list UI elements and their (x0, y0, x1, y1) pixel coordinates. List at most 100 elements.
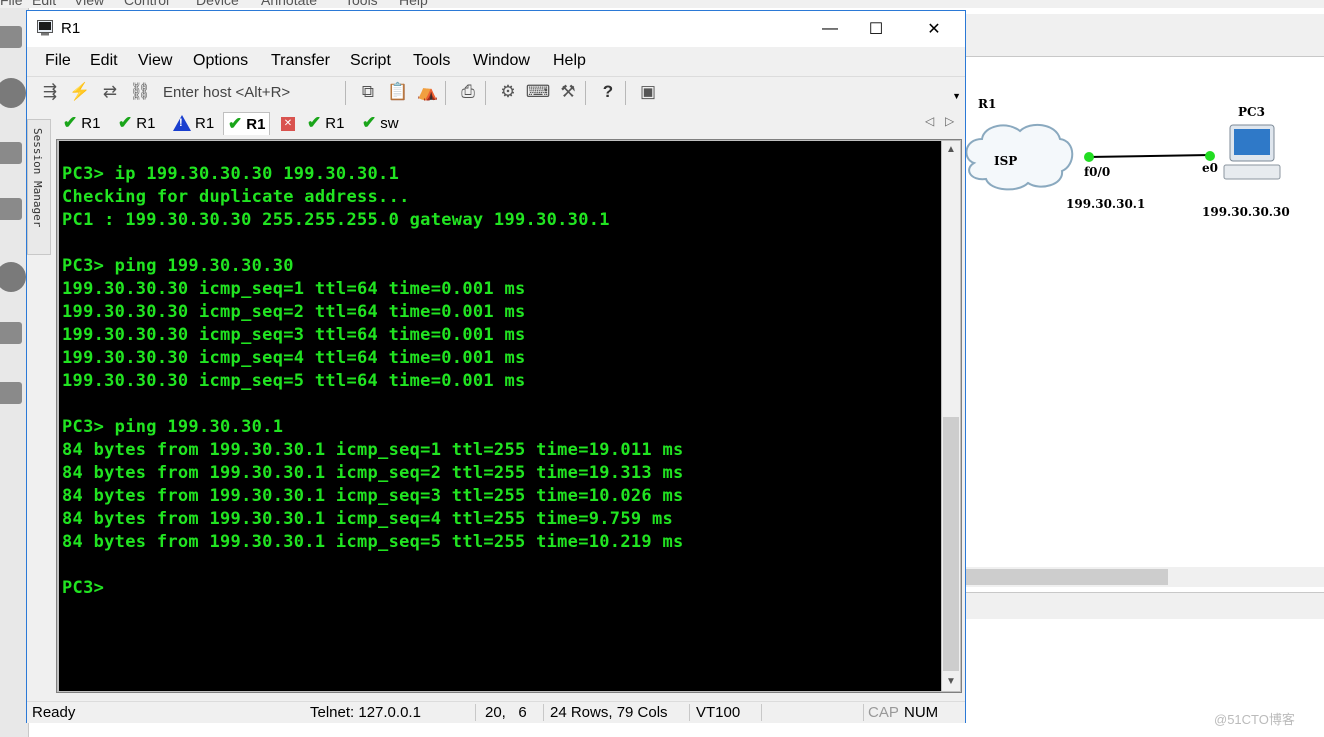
connect-icon[interactable]: ⇶ (39, 81, 61, 103)
terminal-screen[interactable]: PC3> ip 199.30.30.30 199.30.30.1 Checking… (59, 141, 941, 691)
menu-help[interactable]: Help (553, 52, 586, 70)
settings-icon[interactable]: ⚙ (497, 81, 519, 103)
status-separator (475, 704, 476, 721)
tab-r1-3[interactable]: R1 (169, 112, 218, 134)
bg-menu-view[interactable]: View (74, 0, 104, 8)
toolbar-separator (345, 81, 346, 105)
status-cap: CAP (868, 704, 899, 721)
tab-close-icon[interactable]: ✕ (281, 117, 295, 131)
securecrt-window: R1 — ☐ ✕ File Edit View Options Transfer… (26, 10, 966, 723)
menu-window[interactable]: Window (473, 52, 530, 70)
router-interface-label: f0/0 (1084, 165, 1111, 179)
terminal-line: 84 bytes from 199.30.30.1 icmp_seq=4 ttl… (62, 509, 674, 529)
bg-menu-help[interactable]: Help (399, 0, 428, 8)
reconnect-icon[interactable]: ⇄ (99, 81, 121, 103)
window-title: R1 (61, 20, 81, 37)
session-manager-label: Session Manager (31, 128, 44, 228)
bg-menu-tools[interactable]: Tools (345, 0, 378, 8)
keymap-icon[interactable]: ⌨ (526, 81, 551, 103)
connected-check-icon: ✔ (362, 113, 377, 132)
topology-link (1087, 154, 1211, 158)
tab-sw[interactable]: ✔ sw (358, 112, 403, 134)
print-icon[interactable]: ⎙ (457, 81, 479, 103)
topology-canvas[interactable]: R1 ISP f0/0 e0 199.30.30.1 PC3 199.30.30… (964, 57, 1324, 567)
session-tabbar: ✔ R1 ✔ R1 R1 ✔ R1 ✕ ✔ R1 ✔ sw ◁ ▷ (27, 109, 965, 137)
disconnect-icon[interactable]: ⛓ (129, 81, 151, 103)
connected-check-icon: ✔ (63, 113, 78, 132)
tab-scroll-right-icon[interactable]: ▷ (945, 114, 954, 128)
help-icon[interactable]: ? (597, 81, 619, 103)
menu-tools[interactable]: Tools (413, 52, 450, 70)
status-cursor-position: 20, 6 (485, 704, 527, 721)
cloud-label: ISP (994, 154, 1018, 168)
canvas-horizontal-scrollbar[interactable] (966, 567, 1324, 587)
terminal-line: 199.30.30.30 icmp_seq=1 ttl=64 time=0.00… (62, 279, 526, 299)
status-emulation: VT100 (696, 704, 741, 721)
sftp-icon[interactable]: ⚒ (557, 81, 579, 103)
window-titlebar[interactable]: R1 — ☐ ✕ (27, 11, 965, 47)
about-icon[interactable]: ▣ (637, 81, 659, 103)
security-device-icon[interactable] (0, 262, 26, 292)
router-label: R1 (978, 97, 997, 111)
status-separator (543, 704, 544, 721)
tab-scroll-left-icon[interactable]: ◁ (925, 114, 934, 128)
paste-icon[interactable]: 📋 (387, 81, 409, 103)
scroll-down-icon[interactable]: ▼ (942, 673, 960, 691)
terminal-line: PC1 : 199.30.30.30 255.255.255.0 gateway… (62, 210, 610, 230)
canvas-scroll-thumb[interactable] (966, 569, 1168, 585)
router-ip-label: 199.30.30.1 (1066, 197, 1146, 211)
scrollbar-thumb[interactable] (943, 417, 959, 671)
copy-icon[interactable]: ⧉ (357, 81, 379, 103)
session-manager-tab[interactable]: Session Manager (27, 119, 51, 255)
status-num: NUM (904, 704, 939, 721)
bg-menu-file[interactable]: File (0, 0, 23, 8)
toolbar-separator (625, 81, 626, 105)
pc-icon[interactable] (1220, 123, 1286, 187)
find-icon[interactable]: ⛺ (417, 81, 439, 103)
host-input[interactable] (157, 81, 337, 103)
all-devices-icon[interactable] (0, 322, 22, 344)
menu-transfer[interactable]: Transfer (271, 52, 330, 70)
status-connection: Telnet: 127.0.0.1 (310, 704, 421, 721)
terminal-line: PC3> ip 199.30.30.30 199.30.30.1 (62, 164, 400, 184)
tab-r1-active[interactable]: ✔ R1 (223, 112, 271, 135)
toolbar-overflow-icon[interactable]: ▼ (952, 91, 961, 101)
connected-check-icon: ✔ (228, 114, 243, 133)
bg-menu-annotate[interactable]: Annotate (261, 0, 317, 8)
link-endpoint-router (1084, 152, 1094, 162)
terminal-line: Checking for duplicate address... (62, 187, 410, 207)
router-icon[interactable] (0, 78, 26, 108)
terminal-vertical-scrollbar[interactable]: ▲ ▼ (942, 141, 960, 691)
close-button[interactable]: ✕ (911, 11, 957, 47)
status-ready: Ready (32, 704, 76, 721)
connected-check-icon: ✔ (307, 113, 322, 132)
status-dimensions: 24 Rows, 79 Cols (550, 704, 668, 721)
scroll-up-icon[interactable]: ▲ (942, 141, 960, 159)
bg-menu-edit[interactable]: Edit (32, 0, 56, 8)
quick-connect-icon[interactable]: ⚡ (69, 81, 91, 103)
menu-view[interactable]: View (138, 52, 172, 70)
bg-menu-device[interactable]: Device (196, 0, 239, 8)
bg-menu-control[interactable]: Control (124, 0, 169, 8)
terminal-line: 199.30.30.30 icmp_seq=5 ttl=64 time=0.00… (62, 371, 526, 391)
end-device-icon[interactable] (0, 198, 22, 220)
folder-icon[interactable] (0, 26, 22, 48)
link-icon[interactable] (0, 382, 22, 404)
terminal-line: PC3> ping 199.30.30.1 (62, 417, 284, 437)
menu-edit[interactable]: Edit (90, 52, 118, 70)
tab-r1-1[interactable]: ✔ R1 (59, 112, 104, 134)
terminal-output: PC3> ip 199.30.30.30 199.30.30.1 Checking… (62, 163, 684, 600)
securecrt-app-icon (37, 20, 53, 36)
statusbar: Ready Telnet: 127.0.0.1 20, 6 24 Rows, 7… (27, 701, 965, 723)
isp-cloud-icon[interactable] (964, 119, 1076, 195)
tab-r1-5[interactable]: ✔ R1 (303, 112, 348, 134)
menu-file[interactable]: File (45, 52, 71, 70)
maximize-button[interactable]: ☐ (853, 11, 899, 47)
menu-script[interactable]: Script (350, 52, 391, 70)
tab-r1-2[interactable]: ✔ R1 (114, 112, 159, 134)
minimize-button[interactable]: — (807, 11, 853, 47)
tab-label: R1 (325, 114, 345, 132)
menu-options[interactable]: Options (193, 52, 248, 70)
switch-icon[interactable] (0, 142, 22, 164)
